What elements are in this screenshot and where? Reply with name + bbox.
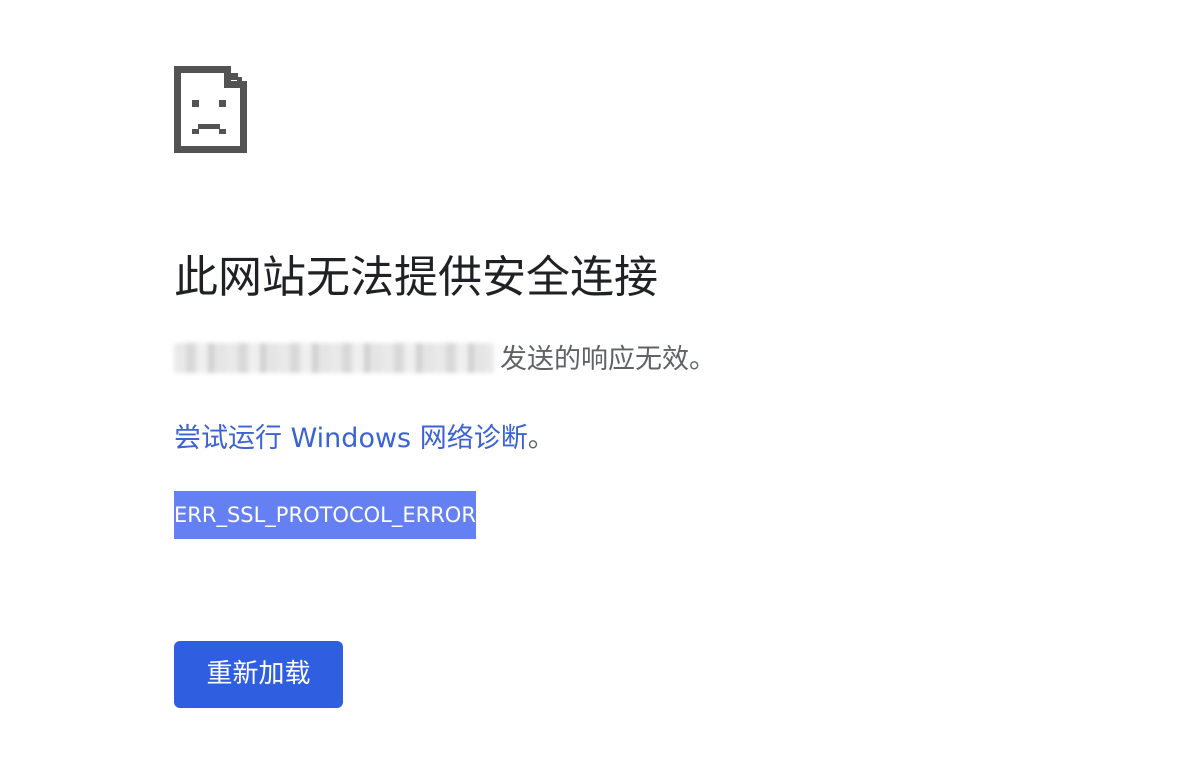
diagnostics-suggestion: 尝试运行 Windows 网络诊断。 — [174, 417, 555, 461]
error-page: 此网站无法提供安全连接 发送的响应无效。 尝试运行 Windows 网络诊断。 … — [0, 0, 1204, 772]
page-title: 此网站无法提供安全连接 — [174, 252, 658, 303]
reload-button[interactable]: 重新加载 — [174, 641, 343, 708]
sad-page-icon — [174, 66, 247, 153]
error-code: ERR_SSL_PROTOCOL_ERROR — [174, 491, 476, 539]
diagnostics-suffix: 。 — [527, 423, 555, 454]
redacted-host — [174, 343, 494, 373]
network-diagnostics-link[interactable]: 尝试运行 Windows 网络诊断 — [174, 423, 528, 454]
error-message: 发送的响应无效。 — [174, 338, 716, 382]
error-message-text: 发送的响应无效。 — [500, 344, 716, 375]
